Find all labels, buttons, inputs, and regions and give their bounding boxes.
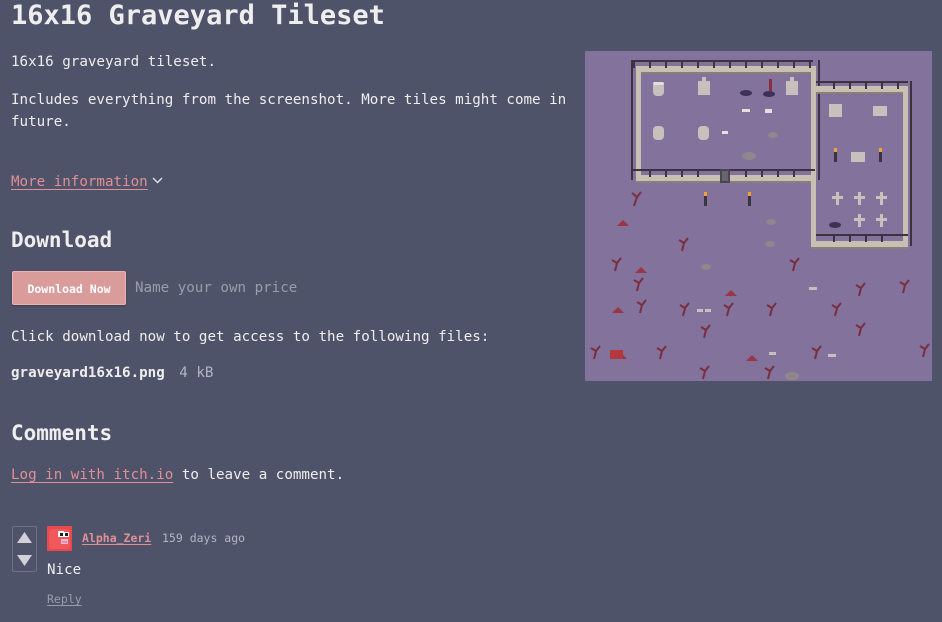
tileset-screenshot[interactable] [585,51,932,381]
page-title: 16x16 Graveyard Tileset [11,0,385,31]
vote-controls [12,526,37,572]
more-information-label: More information [11,174,148,190]
comments-heading: Comments [11,421,113,445]
download-instructions: Click download now to get access to the … [11,329,490,345]
file-row: graveyard16x16.png 4 kB [11,362,213,384]
login-prompt: Log in with itch.io to leave a comment. [11,464,344,486]
description-line-2: Includes everything from the screenshot.… [11,92,567,130]
download-now-button[interactable]: Download Now [12,271,126,305]
description-line-1: 16x16 graveyard tileset. [11,54,216,70]
comment-body: Nice [47,562,82,578]
price-input[interactable] [126,271,326,305]
file-name: graveyard16x16.png [11,365,165,381]
file-size: 4 kB [179,365,214,381]
more-information-toggle[interactable]: More information [11,171,163,193]
login-suffix: to leave a comment. [173,467,345,483]
graveyard-scene-image [585,51,932,381]
comment-date: 159 days ago [162,531,246,545]
login-link[interactable]: Log in with itch.io [11,467,173,483]
upvote-arrow-icon[interactable] [16,531,33,545]
avatar[interactable] [47,526,72,551]
reply-link[interactable]: Reply [47,592,82,606]
chevron-down-icon [152,177,163,184]
downvote-arrow-icon[interactable] [16,553,33,567]
download-heading: Download [11,228,113,252]
comment-author[interactable]: Alpha_Zeri [82,531,151,545]
